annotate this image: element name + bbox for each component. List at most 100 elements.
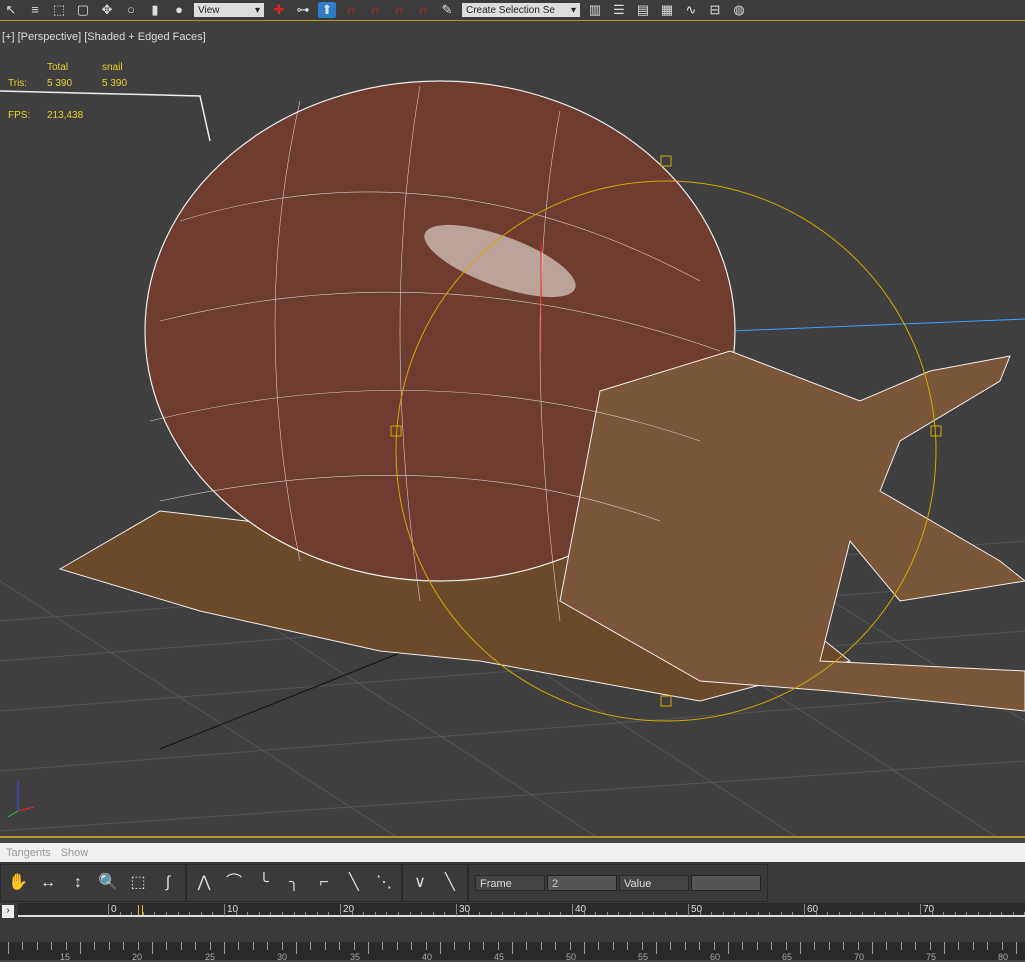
timeline-minor-tick <box>386 912 388 915</box>
snap-toggle-icon[interactable]: ∩ <box>342 2 360 18</box>
named-selection-value: Create Selection Se <box>466 4 555 16</box>
trackbar-minor-tick <box>900 942 902 950</box>
trackbar-minor-tick <box>987 942 989 950</box>
trackbar-minor-tick <box>958 942 960 950</box>
timeline-minor-tick <box>142 912 144 915</box>
timeline-minor-tick <box>316 912 318 915</box>
scale-icon[interactable]: ▮ <box>146 2 164 18</box>
viewport-label[interactable]: [+] [Perspective] [Shaded + Edged Faces] <box>2 31 206 43</box>
pan-hand-icon[interactable]: ✋ <box>7 872 29 894</box>
break-tangents-icon[interactable]: ∨ <box>409 872 431 894</box>
timeline-minor-tick <box>189 912 191 915</box>
tangent-slow-icon[interactable]: ╮ <box>283 872 305 894</box>
frame-vertical-icon[interactable]: ↕ <box>67 872 89 894</box>
unify-tangents-icon[interactable]: ╲ <box>439 872 461 894</box>
rotate-icon[interactable]: ○ <box>122 2 140 18</box>
timeline-bar[interactable]: 0 10 20 30 40 50 60 70 <box>18 903 1025 917</box>
trackbar-minor-tick <box>972 942 974 950</box>
axis-tripod-icon <box>7 781 35 818</box>
select-by-name-icon[interactable]: ≡ <box>26 2 44 18</box>
schematic-view-icon[interactable]: ⊟ <box>706 2 724 18</box>
trackbar-minor-tick <box>1001 942 1003 950</box>
tangent-auto-icon[interactable]: ⋀ <box>193 872 215 894</box>
fps-value: 213,438 <box>47 110 84 121</box>
expand-chevron-icon[interactable]: › <box>2 905 14 918</box>
placement-icon[interactable]: ● <box>170 2 188 18</box>
align-icon[interactable]: ☰ <box>610 2 628 18</box>
timeline-minor-tick <box>931 912 933 915</box>
zoom-region-icon[interactable]: ⬚ <box>127 872 149 894</box>
trackbar-minor-tick <box>296 942 297 954</box>
trackbar-minor-tick <box>684 942 686 950</box>
layer-manager-icon[interactable]: ▤ <box>634 2 652 18</box>
trackbar-minor-tick <box>627 942 629 950</box>
trackbar-minor-tick <box>872 942 873 954</box>
timeline-minor-tick <box>444 912 446 915</box>
timeline-minor-tick <box>943 912 945 915</box>
track-bar[interactable]: 15 20 25 30 35 40 45 50 55 60 65 70 75 8… <box>0 920 1025 962</box>
tangent-spline-icon[interactable]: ⌒ <box>223 872 245 894</box>
trackbar-minor-tick <box>756 942 758 950</box>
timeline-minor-tick <box>641 912 643 915</box>
pivot-center-icon[interactable]: ✚ <box>270 2 288 18</box>
trackbar-minor-tick <box>382 942 384 950</box>
reference-coordinate-dropdown[interactable]: View ▾ <box>194 3 264 17</box>
frame-horizontal-icon[interactable]: ↔ <box>37 872 59 894</box>
timeline-ruler[interactable]: › 0 10 20 30 40 50 60 70 <box>0 903 1025 920</box>
track-bar-ruler[interactable]: 15 20 25 30 35 40 45 50 55 60 65 70 75 8… <box>0 942 1025 962</box>
keyboard-shortcut-override-icon[interactable]: ⬆ <box>318 2 336 18</box>
percent-snap-icon[interactable]: ∩ <box>390 2 408 18</box>
value-input[interactable] <box>691 874 761 891</box>
angle-snap-icon[interactable]: ∩ <box>366 2 384 18</box>
tangent-smooth-icon[interactable]: ⋱ <box>373 872 395 894</box>
timeline-minor-tick <box>398 912 399 915</box>
menu-tangents[interactable]: Tangents <box>6 847 51 859</box>
move-icon[interactable]: ✥ <box>98 2 116 18</box>
trackbar-tick: 35 <box>350 952 361 962</box>
trackbar-minor-tick <box>209 942 211 950</box>
curve-editor-icon[interactable]: ∿ <box>682 2 700 18</box>
selection-region-icon[interactable]: ⬚ <box>50 2 68 18</box>
edit-named-selection-icon[interactable]: ✎ <box>438 2 456 18</box>
named-selection-dropdown[interactable]: Create Selection Se ▾ <box>462 3 580 17</box>
trackbar-minor-tick <box>123 942 125 950</box>
window-crossing-icon[interactable]: ▢ <box>74 2 92 18</box>
menu-show[interactable]: Show <box>61 847 89 859</box>
zoom-icon[interactable]: 🔍 <box>97 872 119 894</box>
tangent-step-icon[interactable]: ⌐ <box>313 872 335 894</box>
trackbar-minor-tick <box>368 942 369 954</box>
select-manipulate-icon[interactable]: ⊶ <box>294 2 312 18</box>
mirror-icon[interactable]: ▥ <box>586 2 604 18</box>
timeline-minor-tick <box>792 912 794 915</box>
timeline-minor-tick <box>247 912 249 915</box>
perspective-viewport[interactable]: [+] [Perspective] [Shaded + Edged Faces]… <box>0 20 1025 838</box>
timeline-minor-tick <box>154 912 156 915</box>
trackbar-tick: 45 <box>494 952 505 962</box>
spinner-snap-icon[interactable]: ∩ <box>414 2 432 18</box>
blue-axis <box>729 318 1025 332</box>
timeline-minor-tick <box>664 912 666 915</box>
timeline-minor-tick <box>862 912 863 915</box>
timeline-minor-tick <box>978 912 979 915</box>
timeline-minor-tick <box>676 912 678 915</box>
scene-explorer-icon[interactable]: ▦ <box>658 2 676 18</box>
tangent-linear-icon[interactable]: ╲ <box>343 872 365 894</box>
isolate-curve-icon[interactable]: ∫ <box>157 872 179 894</box>
trackbar-minor-tick <box>828 942 830 950</box>
timeline-minor-tick <box>804 912 805 915</box>
tangent-fast-icon[interactable]: ╰ <box>253 872 275 894</box>
trackbar-minor-tick <box>281 942 283 950</box>
frame-input[interactable]: 2 <box>547 874 617 891</box>
timeline-minor-tick <box>177 912 179 915</box>
trackbar-minor-tick <box>598 942 600 950</box>
timeline-minor-tick <box>722 912 724 915</box>
material-editor-icon[interactable]: ◍ <box>730 2 748 18</box>
trackbar-tick: 50 <box>566 952 577 962</box>
trackbar-minor-tick <box>800 942 801 954</box>
timeline-minor-tick <box>293 912 295 915</box>
trackbar-minor-tick <box>915 942 917 950</box>
select-object-icon[interactable]: ↖ <box>2 2 20 18</box>
trackbar-minor-tick <box>440 942 441 954</box>
timeline-minor-tick <box>827 912 829 915</box>
timeline-minor-tick <box>954 912 956 915</box>
